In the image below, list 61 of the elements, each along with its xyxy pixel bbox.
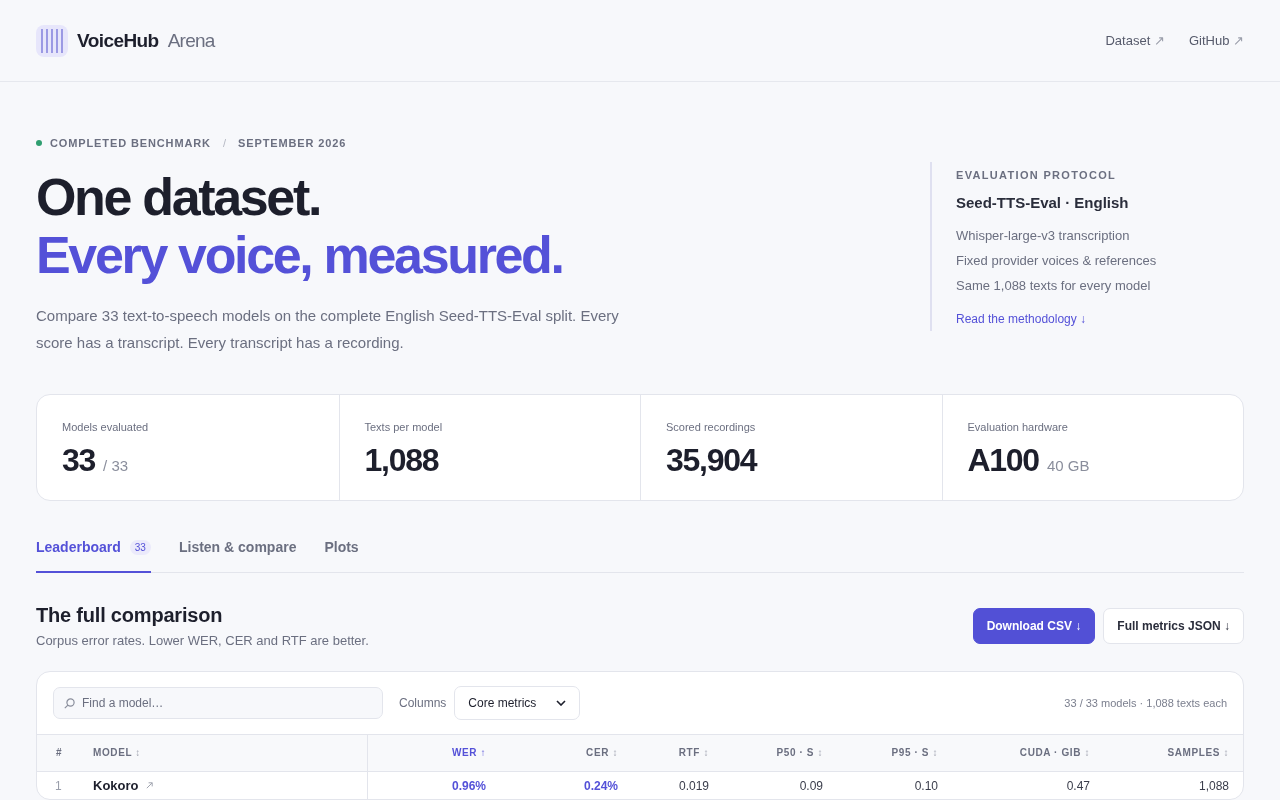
caret-icon (556, 700, 567, 706)
column-header[interactable]: SAMPLES ↕ (1167, 747, 1229, 759)
stat-value: 33 (62, 442, 96, 478)
table-cell: 0.10 (914, 778, 938, 793)
status-dot-icon (36, 140, 42, 146)
results-summary: 33 / 33 models · 1,088 texts each (1064, 696, 1227, 710)
section-subtitle: Corpus error rates. Lower WER, CER and RTF are better. (36, 633, 369, 649)
tab[interactable]: Leaderboard 33 (36, 528, 151, 573)
column-header[interactable]: # (56, 747, 63, 759)
table-cell: 0.47 (1066, 778, 1090, 793)
arrow-icon (145, 782, 153, 789)
stat-label: Texts per model (364, 420, 443, 434)
stat-value: 1,088 (364, 442, 439, 478)
tab[interactable]: Plots (324, 528, 359, 573)
row-rank: 1 (55, 778, 62, 793)
search-field[interactable]: Find a model… (53, 687, 383, 719)
eyebrow-label: COMPLETED BENCHMARK (50, 136, 211, 150)
search-icon (64, 698, 75, 709)
tab[interactable]: Listen & compare (178, 528, 297, 573)
protocol-item: Same 1,088 texts for every model (956, 277, 1151, 295)
brand-suffix: Arena (167, 28, 215, 53)
protocol-heading: EVALUATION PROTOCOL (956, 168, 1117, 182)
table-cell: 0.24% (583, 778, 618, 793)
table-cell: 0.96% (451, 778, 486, 793)
stat-value: A100 (967, 442, 1039, 478)
stat-value: 35,904 (666, 442, 757, 478)
nav-link[interactable]: GitHub ↗ (1188, 32, 1244, 49)
column-header[interactable]: CUDA · GIB ↕ (1019, 747, 1090, 759)
protocol-item: Fixed provider voices & references (956, 252, 1157, 270)
eyebrow-separator: / (222, 136, 226, 150)
eyebrow-label: SEPTEMBER 2026 (238, 136, 347, 150)
methodology-link[interactable]: Read the methodology ↓ (956, 311, 1087, 327)
table-cell: 0.019 (678, 778, 709, 793)
stat-suffix: / 33 (103, 457, 129, 475)
hero-title-accent: Every voice, measured. (36, 226, 563, 284)
column-header[interactable]: P50 · S ↕ (776, 747, 823, 759)
brand-name: VoiceHub (77, 28, 159, 53)
stat-suffix: 40 GB (1046, 457, 1090, 475)
count-badge: 33 (129, 539, 151, 555)
json-button[interactable]: Full metrics JSON ↓ (1103, 608, 1244, 644)
column-header[interactable]: RTF ↕ (678, 747, 709, 759)
stat-label: Evaluation hardware (967, 420, 1068, 434)
logo-icon (36, 24, 68, 57)
intro-text: Compare 33 text-to-speech models on the complete English Seed-TTS-Eval split. Every score has a transcript. Every transcript has a recording. (36, 306, 620, 353)
hero-title: One dataset. (36, 168, 321, 226)
section-title: The full comparison (36, 603, 223, 627)
model-link[interactable]: Kokoro (93, 777, 139, 794)
column-header[interactable]: WER ↑ (451, 747, 486, 759)
download-button[interactable]: Download CSV ↓ (972, 608, 1096, 644)
column-header[interactable]: MODEL ↕ (93, 747, 141, 759)
protocol-title: Seed-TTS-Eval · English (956, 193, 1129, 213)
stat-label: Models evaluated (62, 420, 149, 434)
nav-link[interactable]: Dataset ↗ (1105, 32, 1165, 49)
table-cell: 1,088 (1198, 778, 1229, 793)
columns-select[interactable]: Core metrics (454, 686, 581, 720)
stat-label: Scored recordings (666, 420, 756, 434)
column-header[interactable]: P95 · S ↕ (891, 747, 938, 759)
protocol-item: Whisper-large-v3 transcription (956, 227, 1130, 245)
table-cell: 0.09 (799, 778, 823, 793)
columns-label: Columns (399, 695, 447, 711)
column-header[interactable]: CER ↕ (586, 747, 618, 759)
